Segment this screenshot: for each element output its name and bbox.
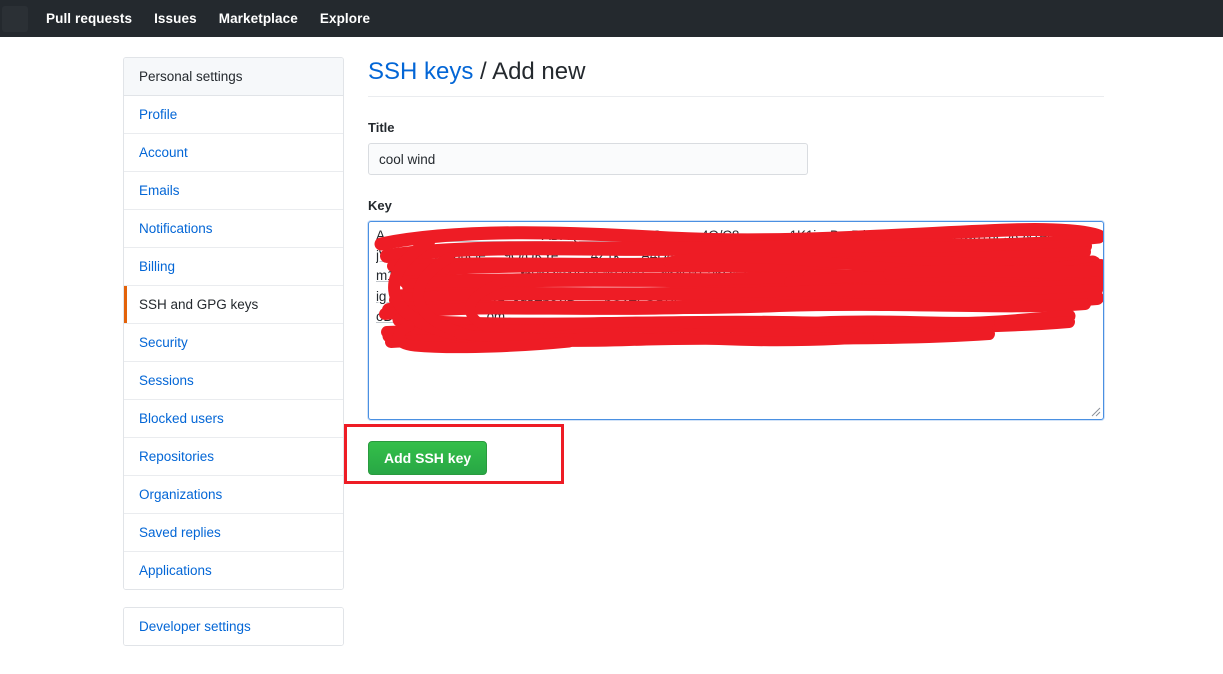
sidebar-item-notifications[interactable]: Notifications — [124, 210, 343, 248]
page-title: SSH keys / Add new — [368, 57, 1104, 97]
top-navigation-bar: Pull requests Issues Marketplace Explore — [0, 0, 1223, 37]
sidebar-item-blocked-users[interactable]: Blocked users — [124, 400, 343, 438]
page-title-ssh-keys-link[interactable]: SSH keys — [368, 58, 473, 85]
page-title-separator: / — [473, 58, 493, 85]
textarea-resize-handle[interactable] — [1089, 405, 1101, 417]
settings-sidebar: Personal settings Profile Account Emails… — [123, 57, 344, 646]
sidebar-item-ssh-and-gpg-keys[interactable]: SSH and GPG keys — [124, 286, 343, 324]
key-textarea-wrapper: A ADAQABAAABAQC 4O/C8 1K1ivoDr 5rkawi8oy… — [368, 221, 1104, 420]
submit-row: Add SSH key — [344, 424, 1104, 484]
sidebar-item-applications[interactable]: Applications — [124, 552, 343, 589]
key-field-group: Key A ADAQABAAABAQC 4O/C8 1K1ivoDr 5rkaw… — [368, 197, 1104, 420]
personal-settings-menu: Personal settings Profile Account Emails… — [123, 57, 344, 590]
sidebar-item-repositories[interactable]: Repositories — [124, 438, 343, 476]
nav-pull-requests[interactable]: Pull requests — [46, 11, 132, 26]
sidebar-item-profile[interactable]: Profile — [124, 96, 343, 134]
main-content: SSH keys / Add new Title Key A ADAQABAAA… — [344, 57, 1104, 484]
key-textarea-value: A ADAQABAAABAQC 4O/C8 1K1ivoDr 5rkawi8oy… — [376, 228, 1086, 324]
key-field-label: Key — [368, 198, 392, 213]
top-nav-links: Pull requests Issues Marketplace Explore — [46, 11, 370, 26]
add-ssh-key-button[interactable]: Add SSH key — [368, 441, 488, 475]
sidebar-item-security[interactable]: Security — [124, 324, 343, 362]
sidebar-heading: Personal settings — [124, 58, 343, 96]
nav-explore[interactable]: Explore — [320, 11, 370, 26]
key-textarea[interactable]: A ADAQABAAABAQC 4O/C8 1K1ivoDr 5rkawi8oy… — [368, 221, 1104, 420]
page-title-current: Add new — [492, 58, 586, 85]
sidebar-item-saved-replies[interactable]: Saved replies — [124, 514, 343, 552]
sidebar-item-emails[interactable]: Emails — [124, 172, 343, 210]
developer-settings-menu: Developer settings — [123, 607, 344, 646]
sidebar-item-account[interactable]: Account — [124, 134, 343, 172]
title-input[interactable] — [368, 143, 808, 175]
github-logo-icon[interactable] — [2, 5, 28, 32]
settings-page: Personal settings Profile Account Emails… — [0, 37, 1223, 674]
sidebar-divider-space — [123, 590, 344, 607]
nav-marketplace[interactable]: Marketplace — [219, 11, 298, 26]
sidebar-item-sessions[interactable]: Sessions — [124, 362, 343, 400]
nav-issues[interactable]: Issues — [154, 11, 197, 26]
sidebar-item-organizations[interactable]: Organizations — [124, 476, 343, 514]
title-field-group: Title — [368, 119, 1104, 175]
title-field-label: Title — [368, 120, 395, 135]
sidebar-item-billing[interactable]: Billing — [124, 248, 343, 286]
sidebar-item-developer-settings[interactable]: Developer settings — [124, 608, 343, 645]
